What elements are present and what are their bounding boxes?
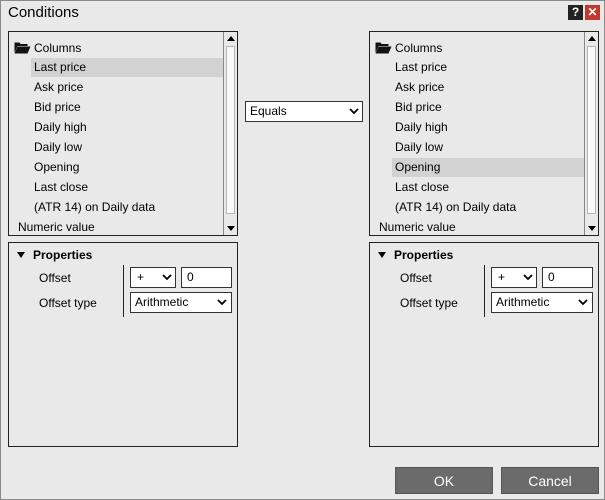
offset-label: Offset	[400, 271, 432, 285]
left-operand-list[interactable]: Columns Last price Ask price Bid price D…	[8, 31, 238, 236]
scroll-up-icon[interactable]	[588, 36, 596, 41]
left-properties-panel: Properties Offset Offset type + 0 Arithm…	[8, 242, 238, 447]
offset-sign-value: +	[498, 270, 506, 284]
dialog-title: Conditions	[8, 4, 79, 21]
help-button[interactable]: ?	[568, 5, 583, 20]
offset-type-value: Arithmetic	[496, 295, 550, 309]
title-bar: Conditions ? ✕	[1, 1, 604, 25]
numeric-value-item[interactable]: Numeric value	[18, 220, 95, 234]
list-item-daily-high[interactable]: Daily high	[392, 118, 584, 137]
properties-header[interactable]: Properties	[17, 248, 92, 262]
chevron-down-icon	[578, 299, 588, 306]
list-item-daily-low[interactable]: Daily low	[392, 138, 584, 157]
scroll-thumb[interactable]	[226, 46, 235, 214]
offset-type-select[interactable]: Arithmetic	[491, 292, 593, 313]
folder-label: Columns	[34, 41, 82, 55]
property-divider	[123, 265, 124, 317]
folder-open-icon	[375, 42, 392, 54]
vertical-scrollbar[interactable]	[584, 32, 598, 235]
cancel-button[interactable]: Cancel	[501, 467, 599, 494]
list-item-daily-low[interactable]: Daily low	[31, 138, 223, 157]
list-item-daily-high[interactable]: Daily high	[31, 118, 223, 137]
list-item-ask-price[interactable]: Ask price	[31, 78, 223, 97]
folder-open-icon	[14, 42, 31, 54]
offset-input[interactable]: 0	[542, 267, 593, 288]
columns-folder[interactable]: Columns	[14, 40, 81, 56]
folder-label: Columns	[395, 41, 443, 55]
ok-button[interactable]: OK	[395, 467, 493, 494]
list-item-last-price[interactable]: Last price	[392, 58, 584, 77]
offset-type-value: Arithmetic	[135, 295, 189, 309]
list-item-atr-14[interactable]: (ATR 14) on Daily data	[392, 198, 584, 217]
list-item-bid-price[interactable]: Bid price	[31, 98, 223, 117]
list-item-opening[interactable]: Opening	[31, 158, 223, 177]
offset-sign-value: +	[137, 270, 145, 284]
list-item-opening[interactable]: Opening	[392, 158, 584, 177]
chevron-down-icon	[217, 299, 227, 306]
chevron-down-icon	[349, 108, 359, 115]
close-button[interactable]: ✕	[585, 5, 600, 20]
properties-title: Properties	[33, 248, 93, 262]
list-item-last-price[interactable]: Last price	[31, 58, 223, 77]
right-properties-panel: Properties Offset Offset type + 0 Arithm…	[369, 242, 599, 447]
operator-select[interactable]: Equals	[245, 101, 363, 122]
list-item-atr-14[interactable]: (ATR 14) on Daily data	[31, 198, 223, 217]
numeric-value-item[interactable]: Numeric value	[379, 220, 456, 234]
offset-sign-select[interactable]: +	[491, 267, 537, 288]
offset-type-select[interactable]: Arithmetic	[130, 292, 232, 313]
conditions-dialog: Conditions ? ✕ Columns Last price Ask pr…	[0, 0, 605, 500]
properties-header[interactable]: Properties	[378, 248, 453, 262]
offset-sign-select[interactable]: +	[130, 267, 176, 288]
offset-input[interactable]: 0	[181, 267, 232, 288]
offset-type-label: Offset type	[39, 296, 97, 310]
list-item-ask-price[interactable]: Ask price	[392, 78, 584, 97]
offset-type-label: Offset type	[400, 296, 458, 310]
chevron-down-icon	[523, 274, 533, 281]
list-item-last-close[interactable]: Last close	[392, 178, 584, 197]
offset-label: Offset	[39, 271, 71, 285]
scroll-thumb[interactable]	[587, 46, 596, 214]
scroll-down-icon[interactable]	[588, 226, 596, 231]
property-divider	[484, 265, 485, 317]
columns-folder[interactable]: Columns	[375, 40, 442, 56]
vertical-scrollbar[interactable]	[223, 32, 237, 235]
properties-title: Properties	[394, 248, 454, 262]
scroll-down-icon[interactable]	[227, 226, 235, 231]
collapse-triangle-icon[interactable]	[17, 252, 25, 258]
list-item-last-close[interactable]: Last close	[31, 178, 223, 197]
scroll-up-icon[interactable]	[227, 36, 235, 41]
list-item-bid-price[interactable]: Bid price	[392, 98, 584, 117]
operator-value: Equals	[250, 104, 287, 118]
collapse-triangle-icon[interactable]	[378, 252, 386, 258]
chevron-down-icon	[162, 274, 172, 281]
right-operand-list[interactable]: Columns Last price Ask price Bid price D…	[369, 31, 599, 236]
